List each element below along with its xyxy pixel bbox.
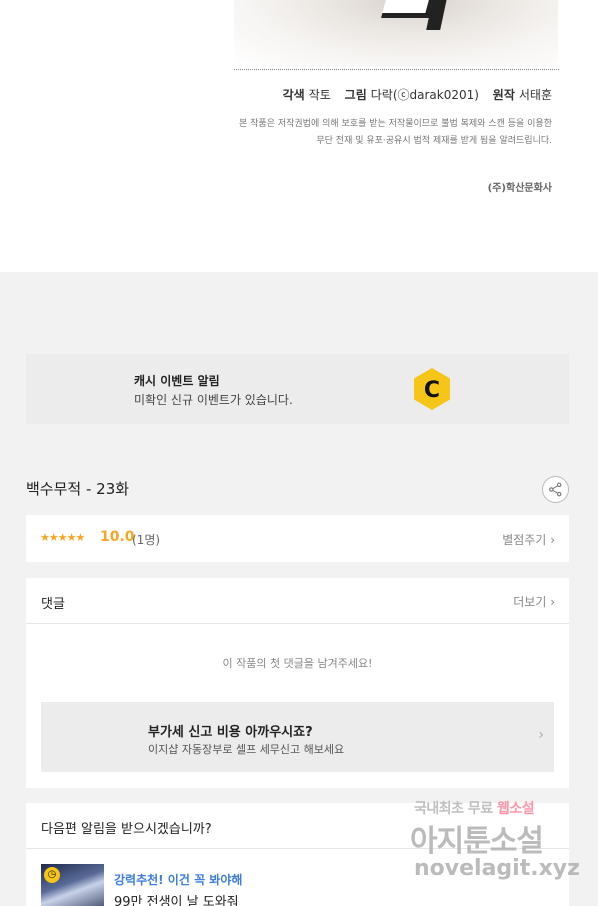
artwork-fragment <box>234 0 558 66</box>
rating-count: (1명) <box>132 533 161 547</box>
rate-button[interactable]: 별점주기 › <box>502 531 555 548</box>
divider <box>234 69 559 70</box>
more-label: 더보기 <box>513 595 547 609</box>
art-name: 다락(ⓒdarak0201) <box>370 88 479 102</box>
star-rating-icon: ★★★★★ <box>40 531 85 544</box>
adaptation-label: 각색 <box>282 88 305 102</box>
vat-ad-subtitle: 이지샵 자동장부로 셀프 세무신고 해보세요 <box>148 743 345 756</box>
original-name: 서태훈 <box>518 88 552 102</box>
chevron-right-icon: › <box>550 533 555 547</box>
credits-section: 각색 작토 그림 다락(ⓒdarak0201) 원작 서태훈 본 작품은 저작권법에 … <box>0 0 598 272</box>
cash-event-banner[interactable]: 캐시 이벤트 알림 미확인 신규 이벤트가 있습니다. C <box>26 354 569 424</box>
comments-box: 댓글 더보기 › 이 작품의 첫 댓글을 남겨주세요! 부가세 신고 비용 아까… <box>26 578 569 788</box>
share-icon[interactable] <box>542 476 569 503</box>
chevron-right-icon: › <box>538 727 544 743</box>
adaptation-name: 작토 <box>308 88 331 102</box>
art-label: 그림 <box>344 88 367 102</box>
rating-score: 10.0 <box>100 529 135 545</box>
recommendation-title[interactable]: 99만 전생이 날 도와줘 <box>114 891 239 906</box>
cash-event-title: 캐시 이벤트 알림 <box>134 374 220 388</box>
chevron-right-icon: › <box>550 595 555 609</box>
credit-line: 각색 작토 그림 다락(ⓒdarak0201) 원작 서태훈 <box>283 86 552 103</box>
vat-ad-banner[interactable]: 부가세 신고 비용 아까우시죠? 이지샵 자동장부로 셀프 세무신고 해보세요 … <box>41 702 554 772</box>
rating-box: ★★★★★ 10.0 (1명) 별점주기 › <box>26 515 569 562</box>
clock-icon: ◷ <box>44 867 60 883</box>
cash-coin-icon: C <box>414 368 450 410</box>
comments-empty-message: 이 작품의 첫 댓글을 남겨주세요! <box>222 657 373 670</box>
cash-event-subtitle: 미확인 신규 이벤트가 있습니다. <box>134 393 293 407</box>
notice-line: 본 작품은 저작권법에 의해 보호를 받는 저작물이므로 불법 복제와 스캔 등… <box>239 119 552 129</box>
rate-button-label: 별점주기 <box>502 533 547 547</box>
next-alert-title: 다음편 알림을 받으시겠습니까? <box>41 822 212 837</box>
art-stroke <box>381 0 435 18</box>
comments-more-button[interactable]: 더보기 › <box>513 593 555 610</box>
comments-header: 댓글 더보기 › <box>26 578 569 624</box>
copyright-notice: 본 작품은 저작권법에 의해 보호를 받는 저작물이므로 불법 복제와 스캔 등… <box>239 116 552 150</box>
original-label: 원작 <box>492 88 515 102</box>
vat-ad-title: 부가세 신고 비용 아까우시죠? <box>148 725 313 740</box>
recommendation-thumbnail[interactable]: ◷ <box>41 864 104 906</box>
publisher-name: (주)학산문화사 <box>487 183 552 194</box>
recommendation-tag: 강력추천! 이건 꼭 봐야해 <box>114 873 243 887</box>
comments-title: 댓글 <box>41 597 65 612</box>
notice-line: 무단 전재 및 유포·공유시 법적 제재를 받게 됨을 알려드립니다. <box>316 136 552 146</box>
next-alert-header[interactable]: 다음편 알림을 받으시겠습니까? <box>26 803 569 849</box>
next-episode-alert-box: 다음편 알림을 받으시겠습니까? ◷ 강력추천! 이건 꼭 봐야해 99만 전생… <box>26 803 569 906</box>
cash-logo-letter: C <box>424 378 440 403</box>
episode-title: 백수무적 - 23화 <box>26 480 130 498</box>
